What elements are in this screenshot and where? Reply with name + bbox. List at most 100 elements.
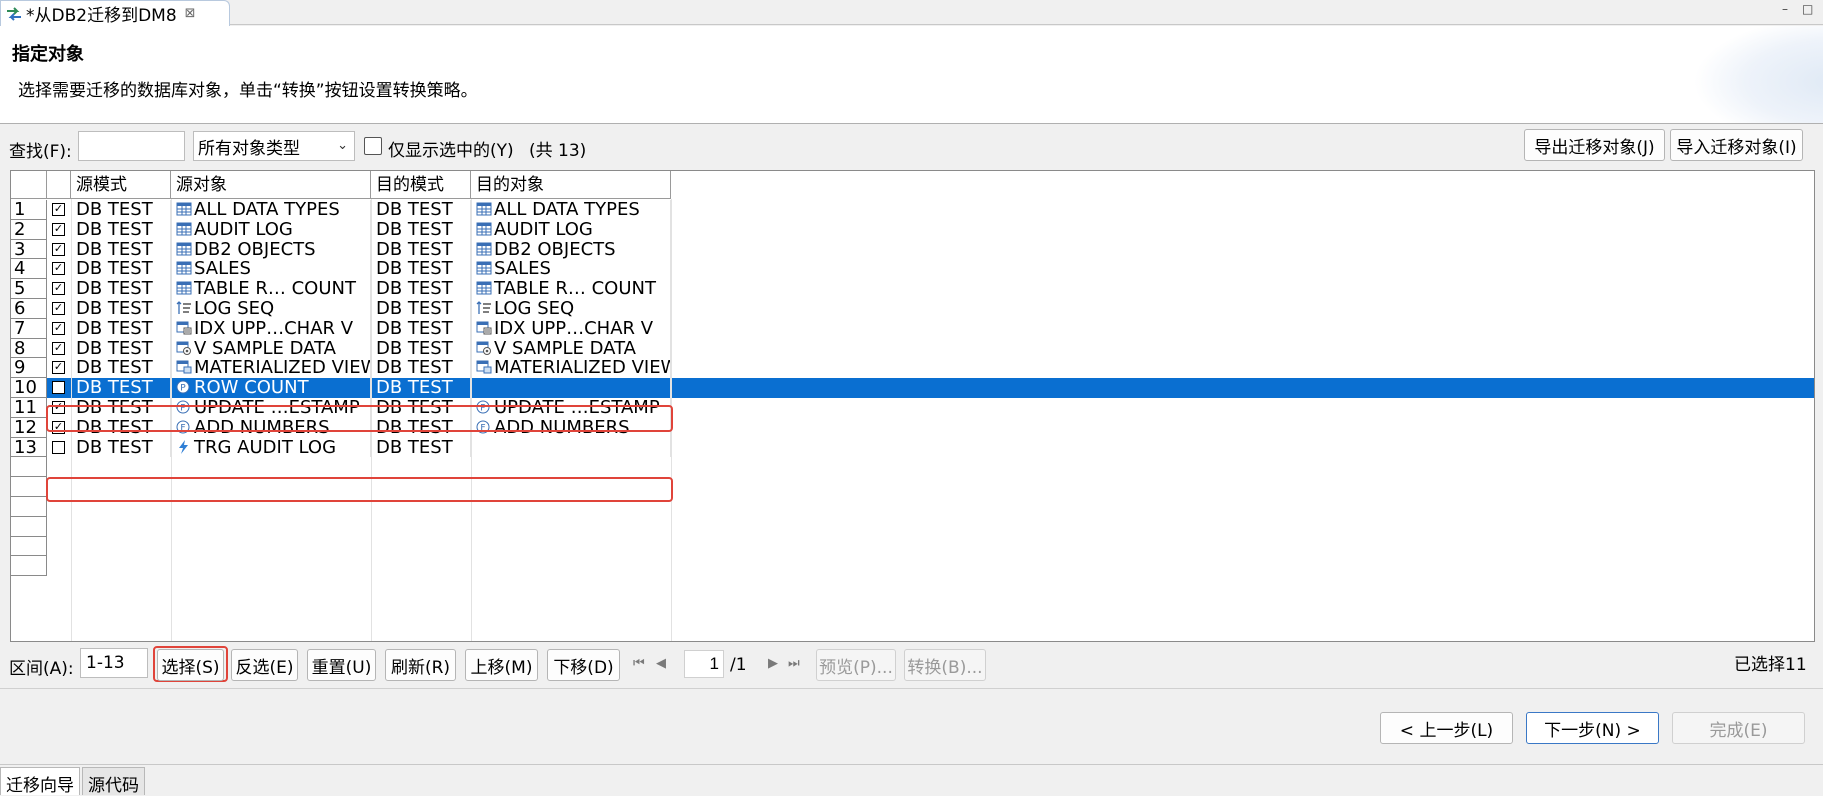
move-down-button[interactable]: 下移(D) [547, 649, 620, 681]
table-icon [476, 241, 492, 256]
page-input[interactable] [684, 650, 724, 678]
page-total: /1 [730, 655, 747, 675]
table-row[interactable]: 9 ✓ DB TEST MATERIALIZED VIEW DB TEST MATERIA… [11, 358, 1814, 379]
row-checkbox[interactable]: ✓ [52, 302, 65, 315]
export-objects-button[interactable]: 导出迁移对象(J) [1524, 129, 1665, 161]
row-number: 3 [11, 239, 47, 260]
table-icon [176, 241, 192, 256]
invert-button[interactable]: 反选(E) [231, 649, 298, 681]
trigger-icon [176, 439, 192, 454]
range-input[interactable] [80, 648, 148, 678]
cell-dst-obj: F ADD NUMBERS [471, 417, 671, 438]
cell-src-schema: DB TEST [71, 338, 171, 359]
cell-dst-schema: DB TEST [371, 259, 471, 280]
row-number: 10 [11, 378, 47, 398]
header-dst-object[interactable]: 目的对象 [471, 171, 671, 199]
row-checkbox[interactable] [52, 440, 65, 454]
table-row[interactable]: 10 DB TEST P ROW COUNT DB TEST [11, 378, 1814, 398]
table-row[interactable]: 3 ✓ DB TEST DB2 OBJECTS DB TEST DB2 OBJECTS [11, 239, 1814, 260]
table-row[interactable]: 1 ✓ DB TEST ALL DATA TYPES DB TEST ALL DATA T… [11, 200, 1814, 220]
empty-row-header [11, 556, 47, 577]
table-row[interactable]: 5 ✓ DB TEST TABLE R… COUNT DB TEST TABLE R… C… [11, 279, 1814, 299]
row-checkbox[interactable]: ✓ [52, 242, 65, 256]
row-checkbox[interactable]: ✓ [52, 282, 65, 296]
header-decoration [1693, 26, 1823, 123]
cell-src-schema: DB TEST [71, 239, 171, 260]
select-button[interactable]: 选择(S) [157, 649, 224, 681]
row-checkbox[interactable] [52, 381, 65, 395]
object-type-select[interactable]: 所有对象类型 ⌄ [193, 131, 355, 161]
table-row[interactable]: 2 ✓ DB TEST AUDIT LOG DB TEST AUDIT LOG [11, 219, 1814, 240]
cell-dst-schema: DB TEST [371, 239, 471, 260]
index-icon [176, 320, 192, 335]
cell-dst-schema: DB TEST [371, 378, 471, 398]
mview-icon [476, 359, 492, 374]
table-row[interactable]: 7 ✓ DB TEST IDX UPP…CHAR V DB TEST IDX UPP…CH… [11, 318, 1814, 339]
table-row[interactable]: 6 ✓ DB TEST LOG SEQ DB TEST LOG SEQ [11, 299, 1814, 319]
find-input[interactable] [78, 131, 185, 161]
row-checkbox[interactable]: ✓ [52, 420, 65, 434]
table-row[interactable]: 12 ✓ DB TEST F ADD NUMBERS DB TEST F ADD NUMBER… [11, 417, 1814, 438]
cell-dst-obj: P UPDATE …ESTAMP [471, 398, 671, 418]
back-button[interactable]: < 上一步(L) [1380, 712, 1513, 744]
header-dst-schema[interactable]: 目的模式 [371, 171, 471, 199]
last-page-icon[interactable]: ⏭ [788, 656, 800, 671]
header-src-schema[interactable]: 源模式 [71, 171, 171, 199]
prev-page-icon[interactable]: ◀ [656, 656, 666, 671]
move-up-button[interactable]: 上移(M) [465, 649, 538, 681]
table-row[interactable]: 11 ✓ DB TEST P UPDATE …ESTAMP DB TEST P UPDATE … [11, 398, 1814, 418]
row-number: 8 [11, 338, 47, 359]
convert-button[interactable]: 转换(B)... [904, 649, 986, 681]
cell-src-obj: P UPDATE …ESTAMP [171, 398, 371, 418]
table-row[interactable]: 4 ✓ DB TEST SALES DB TEST SALES [11, 259, 1814, 280]
table-row[interactable]: 13 DB TEST TRG AUDIT LOG DB TEST [11, 437, 1814, 458]
finish-button[interactable]: 完成(E) [1672, 712, 1805, 744]
cell-src-schema: DB TEST [71, 437, 171, 458]
table-icon [476, 280, 492, 295]
row-checkbox[interactable]: ✓ [52, 361, 65, 375]
table-row[interactable]: 8 ✓ DB TEST V SAMPLE DATA DB TEST V SAMPLE DA… [11, 338, 1814, 359]
tab-source-code[interactable]: 源代码 [82, 767, 145, 796]
row-checkbox[interactable]: ✓ [52, 341, 65, 355]
maximize-icon[interactable]: □ [1802, 2, 1813, 16]
empty-row-header [11, 516, 47, 537]
function-icon: F [476, 419, 492, 434]
svg-text:F: F [480, 423, 485, 433]
empty-row-header [11, 536, 47, 557]
header-check[interactable] [47, 171, 71, 199]
cell-src-obj: AUDIT LOG [171, 219, 371, 240]
cell-src-obj: TABLE R… COUNT [171, 279, 371, 299]
grid-line [71, 199, 72, 641]
cell-dst-schema: DB TEST [371, 437, 471, 458]
total-count: (共 13) [529, 141, 587, 161]
wizard-header: 指定对象 选择需要迁移的数据库对象，单击“转换”按钮设置转换策略。 [0, 26, 1823, 124]
header-src-object[interactable]: 源对象 [171, 171, 371, 199]
row-checkbox[interactable]: ✓ [52, 203, 65, 216]
view-icon [476, 340, 492, 355]
preview-button[interactable]: 预览(P)... [816, 649, 896, 681]
svg-text:P: P [180, 404, 186, 414]
next-button[interactable]: 下一步(N) > [1526, 712, 1659, 744]
table-icon [476, 201, 492, 216]
next-page-icon[interactable]: ▶ [768, 656, 778, 671]
page-description: 选择需要迁移的数据库对象，单击“转换”按钮设置转换策略。 [18, 81, 478, 101]
table-header: 源模式 源对象 目的模式 目的对象 [11, 171, 671, 199]
row-number: 6 [11, 299, 47, 319]
editor-tab[interactable]: *从DB2迁移到DM8 ⊠ [0, 0, 230, 26]
refresh-button[interactable]: 刷新(R) [385, 649, 456, 681]
table-icon [476, 260, 492, 275]
show-selected-checkbox[interactable] [364, 137, 382, 155]
row-checkbox[interactable]: ✓ [52, 262, 65, 276]
minimize-icon[interactable]: – [1782, 2, 1788, 16]
import-objects-button[interactable]: 导入迁移对象(I) [1670, 129, 1803, 161]
filter-toolbar: 查找(F): 所有对象类型 ⌄ 仅显示选中的(Y) (共 13) 导出迁移对象(… [0, 128, 1823, 164]
row-checkbox[interactable]: ✓ [52, 321, 65, 335]
row-checkbox[interactable]: ✓ [52, 222, 65, 236]
row-checkbox[interactable]: ✓ [52, 401, 65, 414]
first-page-icon[interactable]: ⏮ [633, 656, 645, 671]
close-icon[interactable]: ⊠ [185, 6, 196, 21]
reset-button[interactable]: 重置(U) [307, 649, 376, 681]
tab-migration-wizard[interactable]: 迁移向导 [0, 767, 80, 796]
cell-dst-schema: DB TEST [371, 398, 471, 418]
table-icon [176, 280, 192, 295]
